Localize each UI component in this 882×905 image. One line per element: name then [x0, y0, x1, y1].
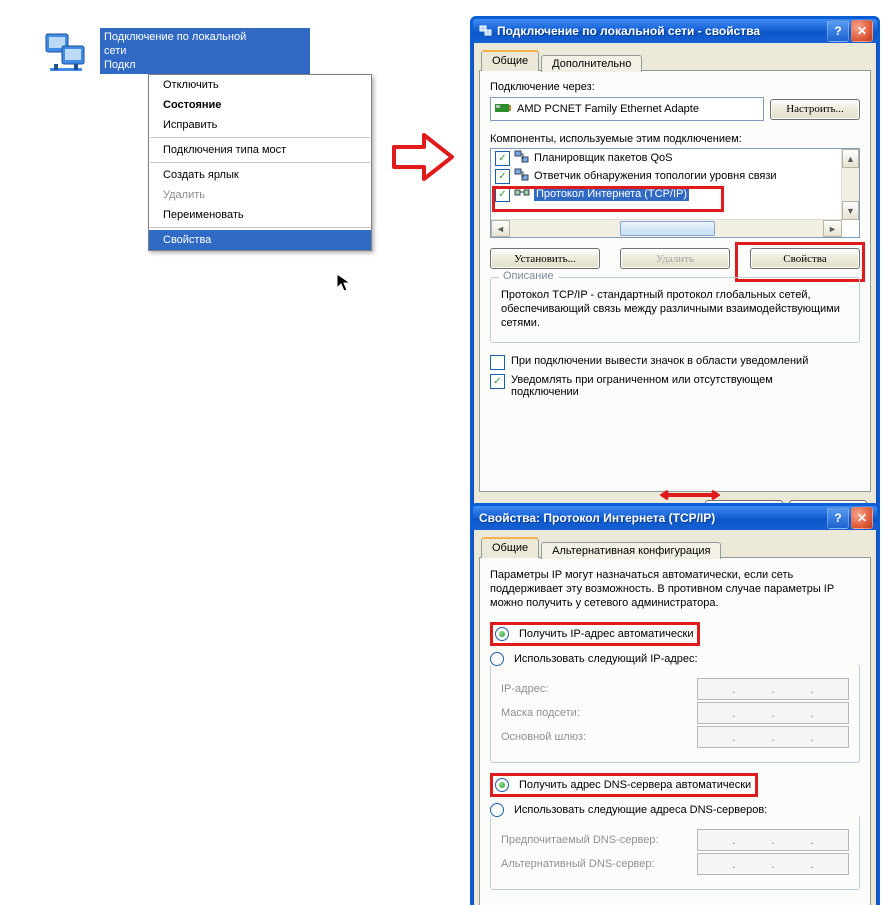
subnet-mask-label: Маска подсети: [501, 707, 580, 719]
scroll-thumb[interactable] [620, 221, 716, 236]
notify-limited-checkbox[interactable]: ✓ [490, 374, 505, 389]
scroll-up-icon[interactable]: ▲ [842, 149, 859, 168]
preferred-dns-field[interactable]: ... [697, 829, 849, 851]
scroll-down-icon[interactable]: ▼ [842, 201, 859, 220]
component-label: Планировщик пакетов QoS [534, 152, 673, 164]
component-icon [514, 150, 530, 167]
context-menu-item[interactable]: Состояние [149, 95, 371, 115]
notify-limited-label: Уведомлять при ограниченном или отсутств… [511, 374, 831, 398]
uninstall-button[interactable]: Удалить [620, 248, 730, 269]
component-label: Ответчик обнаружения топологии уровня св… [534, 170, 777, 182]
component-label: Протокол Интернета (TCP/IP) [534, 187, 689, 201]
alternate-dns-field[interactable]: ... [697, 853, 849, 875]
tab-general[interactable]: Общие [481, 51, 539, 71]
window-title: Подключение по локальной сети - свойства [497, 24, 827, 38]
titlebar[interactable]: Подключение по локальной сети - свойства… [473, 19, 877, 43]
context-menu: ОтключитьСостояниеИсправить Подключения т… [148, 74, 372, 251]
context-menu-item[interactable]: Удалить [149, 185, 371, 205]
lan-connection-caption: Подключение по локальной сети Подкл [100, 28, 310, 74]
ip-address-field[interactable]: ... [697, 678, 849, 700]
component-icon [514, 168, 530, 185]
auto-ip-label: Получить IP-адрес автоматически [519, 628, 693, 640]
component-checkbox[interactable]: ✓ [495, 169, 510, 184]
tray-icon-checkbox[interactable] [490, 355, 505, 370]
description-legend: Описание [499, 270, 558, 282]
context-menu-item[interactable]: Подключения типа мост [149, 140, 371, 160]
help-button[interactable]: ? [827, 507, 849, 529]
ip-groupbox: IP-адрес: ... Маска подсети: ... Основно… [490, 664, 860, 763]
tab-advanced[interactable]: Дополнительно [541, 55, 642, 72]
context-menu-item[interactable]: Переименовать [149, 205, 371, 225]
connector-icon [660, 489, 720, 501]
component-icon [514, 186, 530, 203]
connect-using-label: Подключение через: [490, 81, 860, 93]
adapter-field: AMD PCNET Family Ethernet Adapte [490, 97, 764, 121]
install-button[interactable]: Установить... [490, 248, 600, 269]
lan-connection-icon[interactable] [42, 28, 90, 76]
help-button[interactable]: ? [827, 20, 849, 42]
auto-ip-radio[interactable] [495, 627, 509, 641]
adapter-icon [495, 102, 511, 117]
alternate-dns-label: Альтернативный DNS-сервер: [501, 858, 655, 870]
gateway-field[interactable]: ... [697, 726, 849, 748]
tcpip-properties-window: Свойства: Протокол Интернета (TCP/IP) ? … [470, 503, 880, 905]
component-row[interactable]: ✓ Планировщик пакетов QoS [491, 149, 859, 167]
tray-icon-label: При подключении вывести значок в области… [511, 355, 808, 367]
context-menu-item[interactable]: Отключить [149, 75, 371, 95]
component-checkbox[interactable]: ✓ [495, 151, 510, 166]
titlebar[interactable]: Свойства: Протокол Интернета (TCP/IP) ? … [473, 506, 877, 530]
subnet-mask-field[interactable]: ... [697, 702, 849, 724]
auto-dns-radio[interactable] [495, 778, 509, 792]
scrollbar-horizontal[interactable]: ◄ ► [491, 219, 842, 237]
properties-button[interactable]: Свойства [750, 248, 860, 269]
mouse-cursor-icon [336, 273, 352, 296]
step-arrow-icon [392, 132, 454, 185]
components-listbox[interactable]: ✓ Планировщик пакетов QoS ✓ Ответчик обнару… [490, 148, 860, 238]
context-menu-item[interactable]: Исправить [149, 115, 371, 135]
scroll-left-icon[interactable]: ◄ [491, 220, 510, 237]
auto-dns-label: Получить адрес DNS-сервера автоматически [519, 779, 751, 791]
scroll-right-icon[interactable]: ► [823, 220, 842, 237]
preferred-dns-label: Предпочитаемый DNS-сервер: [501, 834, 658, 846]
scrollbar-vertical[interactable]: ▲ ▼ [841, 149, 859, 220]
description-text: Протокол TCP/IP - стандартный протокол г… [501, 288, 849, 330]
tab-alt-config[interactable]: Альтернативная конфигурация [541, 542, 721, 559]
context-menu-item[interactable]: Свойства [149, 230, 371, 250]
adapter-name: AMD PCNET Family Ethernet Adapte [517, 103, 699, 115]
description-groupbox: Описание Протокол TCP/IP - стандартный п… [490, 277, 860, 343]
close-button[interactable]: ✕ [851, 507, 873, 529]
window-title: Свойства: Протокол Интернета (TCP/IP) [479, 511, 827, 525]
intro-text: Параметры IP могут назначаться автоматич… [490, 568, 860, 610]
ip-address-label: IP-адрес: [501, 683, 548, 695]
close-button[interactable]: ✕ [851, 20, 873, 42]
highlight-auto-ip: Получить IP-адрес автоматически [490, 622, 700, 646]
gateway-label: Основной шлюз: [501, 731, 586, 743]
highlight-auto-dns: Получить адрес DNS-сервера автоматически [490, 773, 758, 797]
component-row[interactable]: ✓ Ответчик обнаружения топологии уровня с… [491, 167, 859, 185]
components-label: Компоненты, используемые этим подключени… [490, 133, 860, 145]
dns-groupbox: Предпочитаемый DNS-сервер: ... Альтернат… [490, 815, 860, 890]
component-row[interactable]: ✓ Протокол Интернета (TCP/IP) [491, 185, 859, 203]
component-checkbox[interactable]: ✓ [495, 187, 510, 202]
context-menu-item[interactable]: Создать ярлык [149, 165, 371, 185]
configure-button[interactable]: Настроить... [770, 99, 860, 120]
tab-general[interactable]: Общие [481, 538, 539, 558]
lan-properties-window: Подключение по локальной сети - свойства… [470, 16, 880, 534]
window-icon [479, 24, 493, 38]
